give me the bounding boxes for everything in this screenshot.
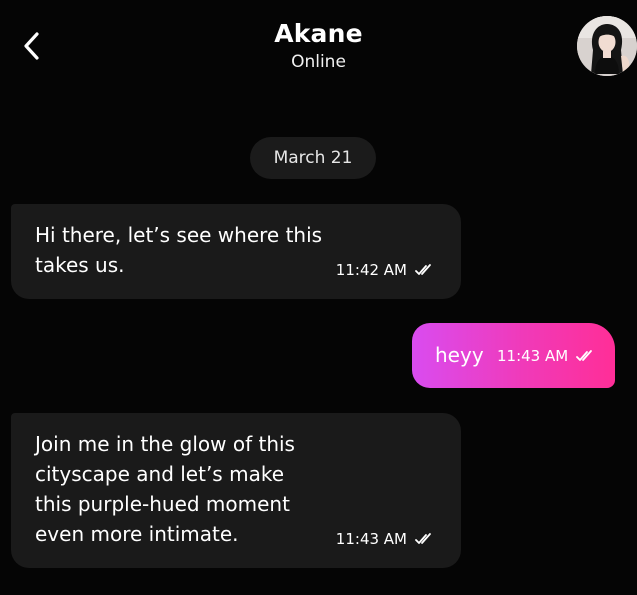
message-text: Hi there, let’s see where this takes us. <box>35 223 323 277</box>
message-text: heyy <box>435 343 484 367</box>
message-incoming[interactable]: Hi there, let’s see where this takes us.… <box>11 204 461 299</box>
message-time: 11:43 AM <box>335 530 407 548</box>
double-check-icon <box>415 263 433 277</box>
message-outgoing[interactable]: heyy 11:43 AM <box>412 323 615 388</box>
message-text: Join me in the glow of this cityscape an… <box>35 432 295 546</box>
message-time: 11:43 AM <box>497 347 569 365</box>
message-time: 11:42 AM <box>335 261 407 279</box>
contact-name: Akane <box>274 19 363 48</box>
message-meta: 11:43 AM <box>336 530 433 548</box>
contact-info: Akane Online <box>0 18 637 74</box>
chat-header: Akane Online <box>0 0 637 90</box>
profile-photo <box>577 16 637 76</box>
message-incoming[interactable]: Join me in the glow of this cityscape an… <box>11 413 461 568</box>
message-meta: 11:43 AM <box>497 347 594 365</box>
double-check-icon <box>415 532 433 546</box>
date-separator: March 21 <box>250 137 376 179</box>
message-meta: 11:42 AM <box>336 261 433 279</box>
avatar[interactable] <box>577 16 637 76</box>
double-check-icon <box>576 349 594 363</box>
chat-screen: Akane Online March 21 Hi there, let’s se… <box>0 0 637 595</box>
contact-status: Online <box>291 52 346 72</box>
